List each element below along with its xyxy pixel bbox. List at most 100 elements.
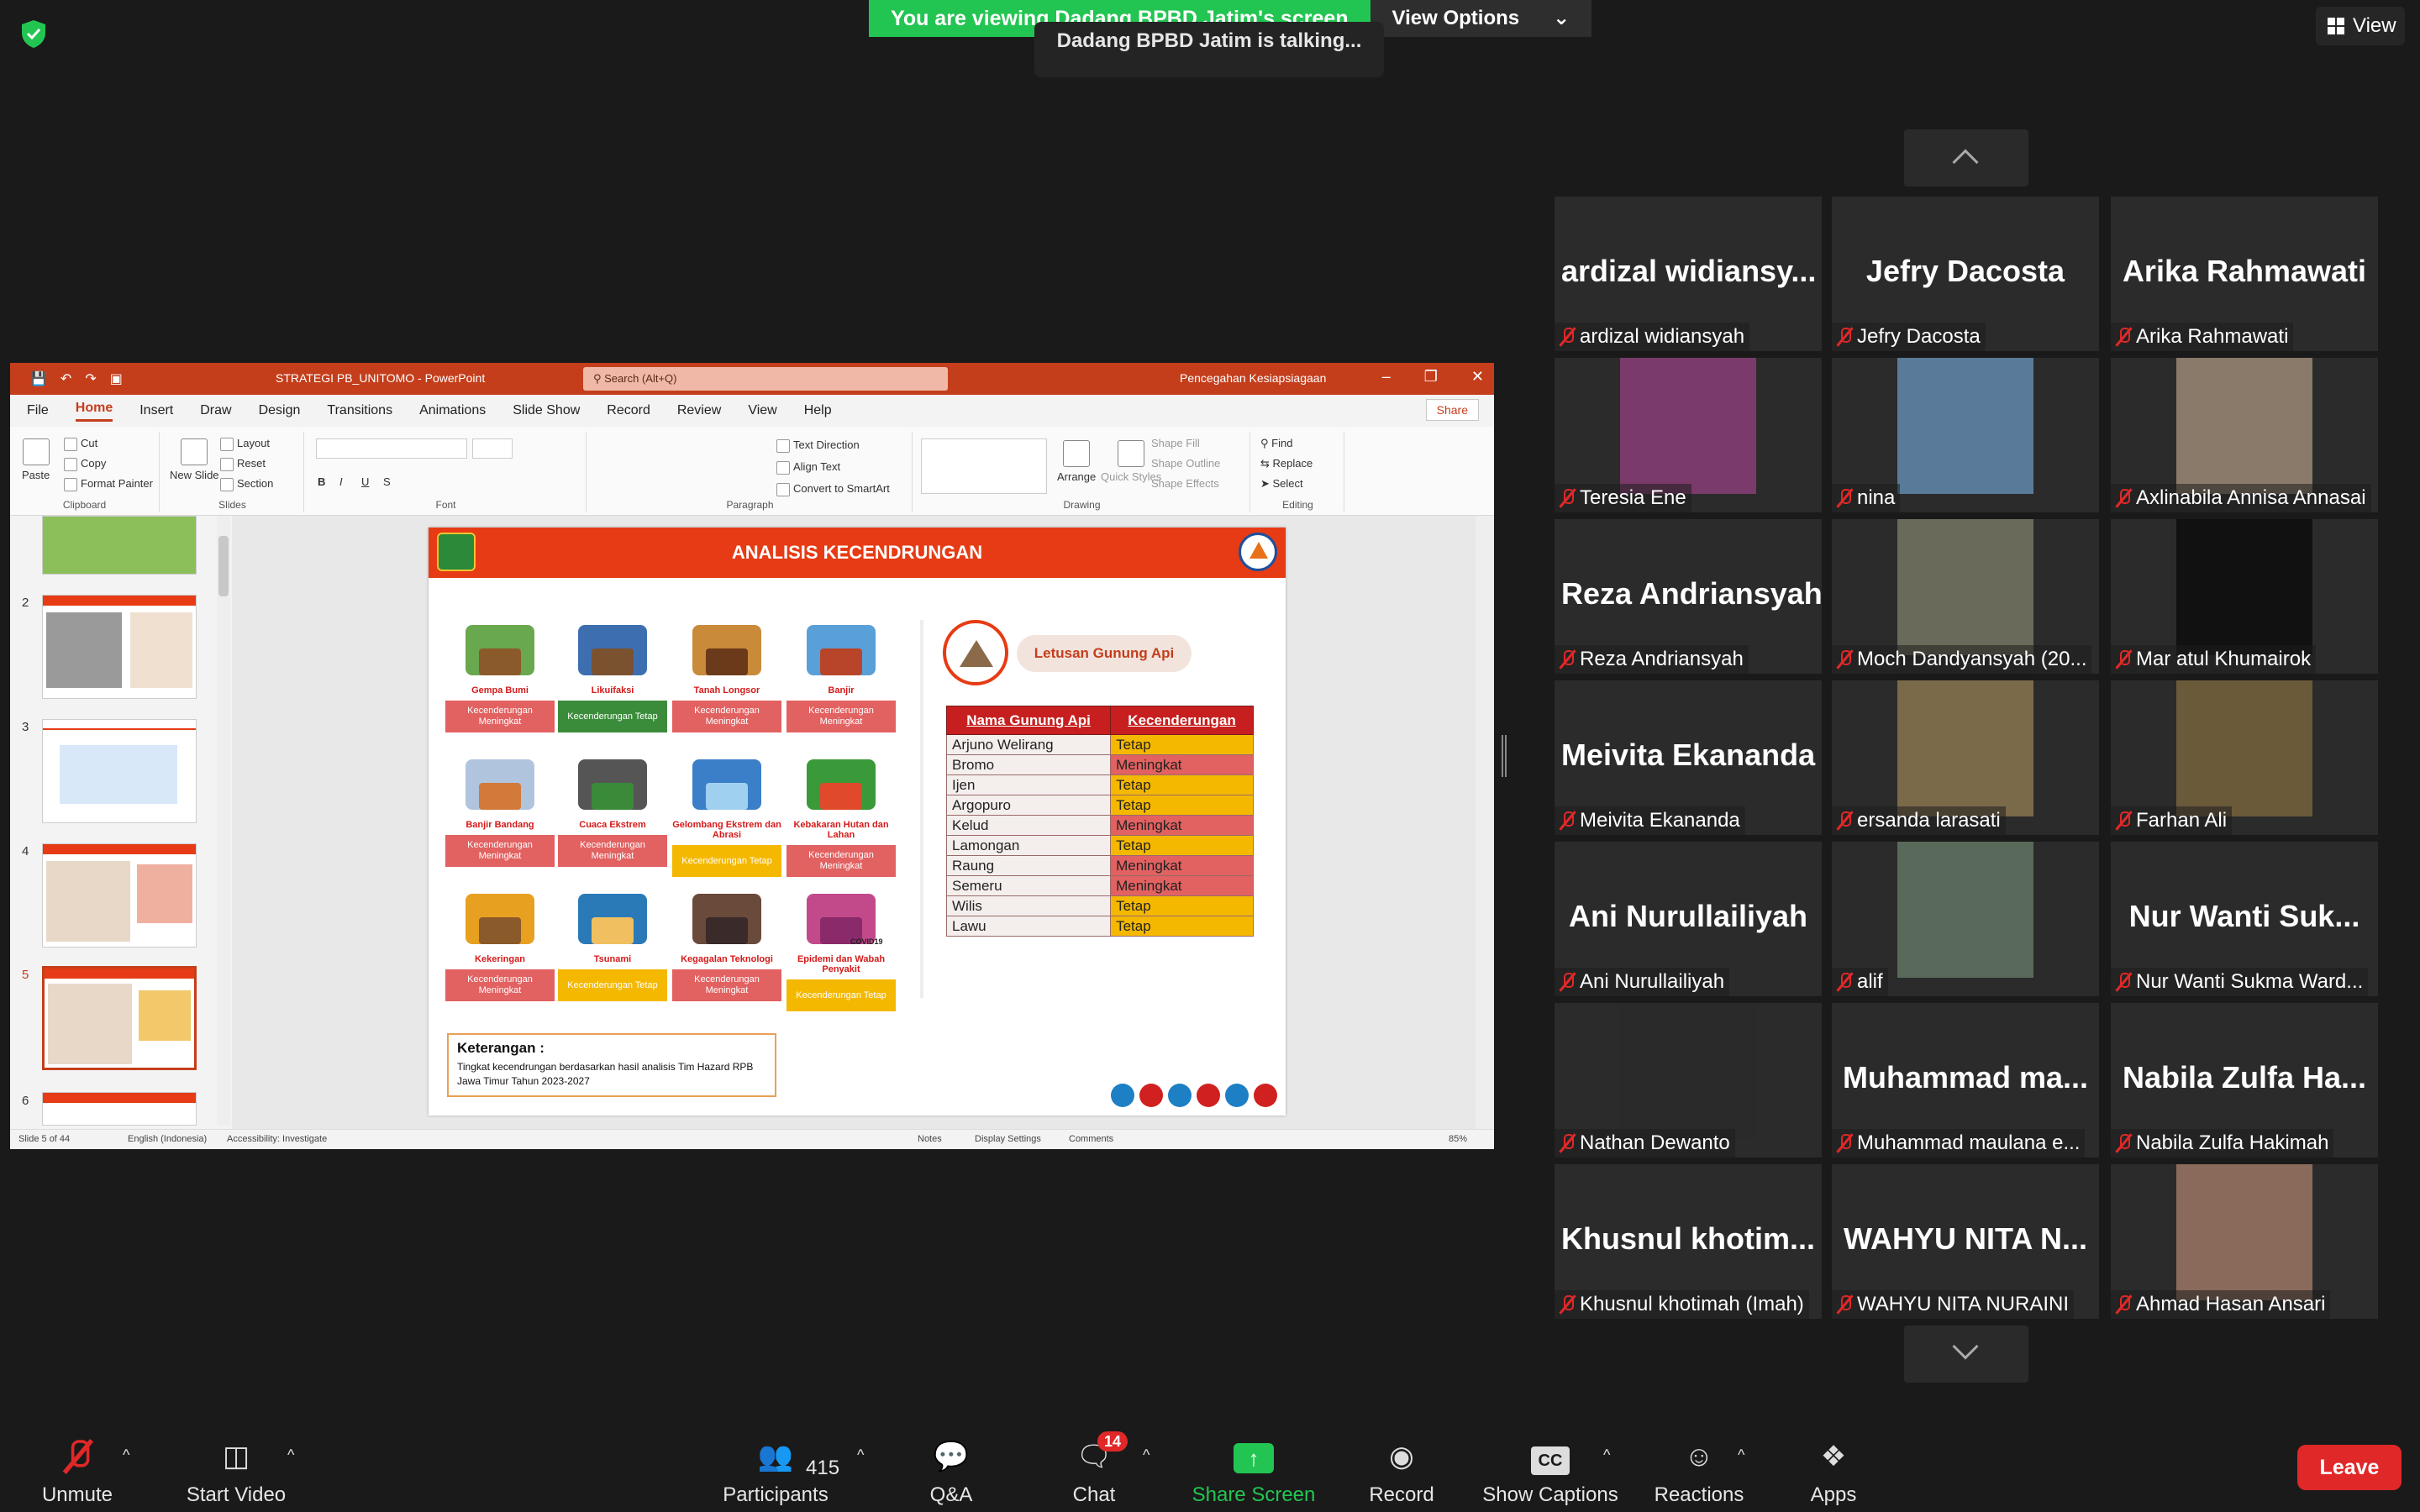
ribbon-tab-file[interactable]: File [27,403,49,418]
ribbon-tab-draw[interactable]: Draw [200,403,231,418]
participants-caret-icon[interactable]: ^ [857,1446,864,1464]
ribbon-tab-animations[interactable]: Animations [419,403,486,418]
thumbnail-scrollbar[interactable] [217,516,230,1126]
slide-thumbnail[interactable] [42,843,197,948]
ribbon-tab-insert[interactable]: Insert [139,403,173,418]
participant-tile[interactable]: WAHYU NITA N... WAHYU NITA NURAINI [1832,1164,2099,1319]
cut-button[interactable]: Cut [64,437,97,451]
slide[interactable]: ANALISIS KECENDRUNGAN Gempa Bumi Kecender… [429,528,1286,1116]
font-size-select[interactable] [472,438,513,459]
participant-tile[interactable]: Nabila Zulfa Ha... Nabila Zulfa Hakimah [2111,1003,2378,1158]
shape-effects-button[interactable]: Shape Effects [1151,477,1219,490]
redo-icon[interactable]: ↷ [85,370,96,387]
captions-caret-icon[interactable]: ^ [1603,1446,1610,1464]
share-screen-button[interactable]: ↑ Share Screen [1186,1416,1321,1512]
ribbon-tab-review[interactable]: Review [677,403,721,418]
copy-button[interactable]: Copy [64,457,106,471]
ribbon-tab-record[interactable]: Record [607,403,650,418]
restore-icon[interactable]: ❐ [1424,368,1438,386]
participant-tile[interactable]: Mar atul Khumairok [2111,519,2378,674]
undo-icon[interactable]: ↶ [60,370,71,387]
participant-tile[interactable]: Ahmad Hasan Ansari [2111,1164,2378,1319]
section-button[interactable]: Section [220,477,273,491]
ribbon-tab-view[interactable]: View [748,403,776,418]
layout-button[interactable]: Layout [220,437,270,451]
reactions-caret-icon[interactable]: ^ [1738,1446,1744,1464]
convert-smartart-button[interactable]: Convert to SmartArt [776,482,890,496]
text-direction-button[interactable]: Text Direction [776,438,860,453]
scroll-thumb[interactable] [218,536,229,596]
participant-tile[interactable]: Nur Wanti Suk... Nur Wanti Sukma Ward... [2111,842,2378,996]
slide-thumbnail[interactable] [42,595,197,699]
ribbon-tab-help[interactable]: Help [804,403,832,418]
ribbon-tab-home[interactable]: Home [75,401,113,422]
leave-button[interactable]: Leave [2297,1445,2402,1490]
shapes-gallery[interactable] [921,438,1047,494]
reactions-button[interactable]: ☺ Reactions [1649,1416,1749,1512]
strikethrough-button[interactable]: S [383,475,391,488]
panel-splitter[interactable] [1502,735,1507,777]
save-icon[interactable]: 💾 [30,370,47,387]
audio-options-caret-icon[interactable]: ^ [123,1446,129,1464]
participant-tile[interactable]: Farhan Ali [2111,680,2378,835]
participant-tile[interactable]: ardizal widiansy... ardizal widiansyah [1555,197,1822,351]
shape-fill-button[interactable]: Shape Fill [1151,437,1200,449]
account-name[interactable]: Pencegahan Kesiapsiagaan [1180,371,1326,385]
view-button[interactable]: View [2316,7,2405,45]
ribbon-tab-design[interactable]: Design [259,403,301,418]
paste-button[interactable]: Paste [22,438,50,481]
present-icon[interactable]: ▣ [110,370,123,387]
find-button[interactable]: ⚲ Find [1260,437,1292,450]
accessibility[interactable]: Accessibility: Investigate [227,1134,327,1144]
slide-scrollbar[interactable] [1476,516,1494,1129]
chat-caret-icon[interactable]: ^ [1143,1446,1150,1464]
qa-button[interactable]: 💬 Q&A [918,1416,985,1512]
font-name-select[interactable] [316,438,467,459]
participant-tile[interactable]: Meivita Ekananda Meivita Ekananda [1555,680,1822,835]
security-shield-icon[interactable] [18,18,49,49]
zoom-level[interactable]: 85% [1449,1134,1467,1144]
participant-tile[interactable]: ersanda larasati [1832,680,2099,835]
participants-button[interactable]: 👥 415 Participants [713,1416,839,1512]
bold-button[interactable]: B [318,475,325,488]
participant-tile[interactable]: Teresia Ene [1555,358,1822,512]
arrange-button[interactable]: Arrange [1057,440,1096,483]
slide-thumbnail[interactable] [42,719,197,823]
participant-tile[interactable]: alif [1832,842,2099,996]
participant-tile[interactable]: Reza Andriansyah Reza Andriansyah [1555,519,1822,674]
select-button[interactable]: ➤ Select [1260,477,1303,491]
language[interactable]: English (Indonesia) [128,1134,207,1144]
start-video-button[interactable]: ◫ Start Video [173,1416,299,1512]
replace-button[interactable]: ⇆ Replace [1260,457,1313,470]
share-button[interactable]: Share [1425,399,1479,421]
ribbon-tab-transitions[interactable]: Transitions [327,403,392,418]
participant-tile[interactable]: Khusnul khotim... Khusnul khotimah (Imah) [1555,1164,1822,1319]
ribbon-tab-slide-show[interactable]: Slide Show [513,403,580,418]
new-slide-button[interactable]: New Slide [170,438,219,481]
underline-button[interactable]: U [361,475,369,488]
participant-tile[interactable]: Axlinabila Annisa Annasai [2111,358,2378,512]
record-button[interactable]: ◉ Record [1363,1416,1440,1512]
notes-button[interactable]: Notes [918,1134,942,1144]
close-icon[interactable]: ✕ [1471,368,1484,386]
slide-thumbnail[interactable] [42,516,197,575]
participant-tile[interactable]: nina [1832,358,2099,512]
slide-thumbnail[interactable] [42,1092,197,1126]
align-text-button[interactable]: Align Text [776,460,840,475]
participant-tile[interactable]: Nathan Dewanto [1555,1003,1822,1158]
view-options-button[interactable]: View Options ⌄ [1370,0,1592,37]
minimize-icon[interactable]: – [1382,368,1391,386]
gallery-page-down-button[interactable] [1904,1326,2028,1383]
reset-button[interactable]: Reset [220,457,266,471]
participant-tile[interactable]: Moch Dandyansyah (20... [1832,519,2099,674]
comments-button[interactable]: Comments [1069,1134,1113,1144]
participant-tile[interactable]: Arika Rahmawati Arika Rahmawati [2111,197,2378,351]
participant-tile[interactable]: Muhammad ma... Muhammad maulana e... [1832,1003,2099,1158]
display-settings-button[interactable]: Display Settings [975,1134,1041,1144]
participant-tile[interactable]: Ani Nurullailiyah Ani Nurullailiyah [1555,842,1822,996]
ppt-search-box[interactable]: ⚲ Search (Alt+Q) [583,367,948,391]
unmute-button[interactable]: Unmute [25,1416,129,1512]
apps-button[interactable]: ❖ Apps [1800,1416,1867,1512]
italic-button[interactable]: I [339,475,343,488]
participant-tile[interactable]: Jefry Dacosta Jefry Dacosta [1832,197,2099,351]
